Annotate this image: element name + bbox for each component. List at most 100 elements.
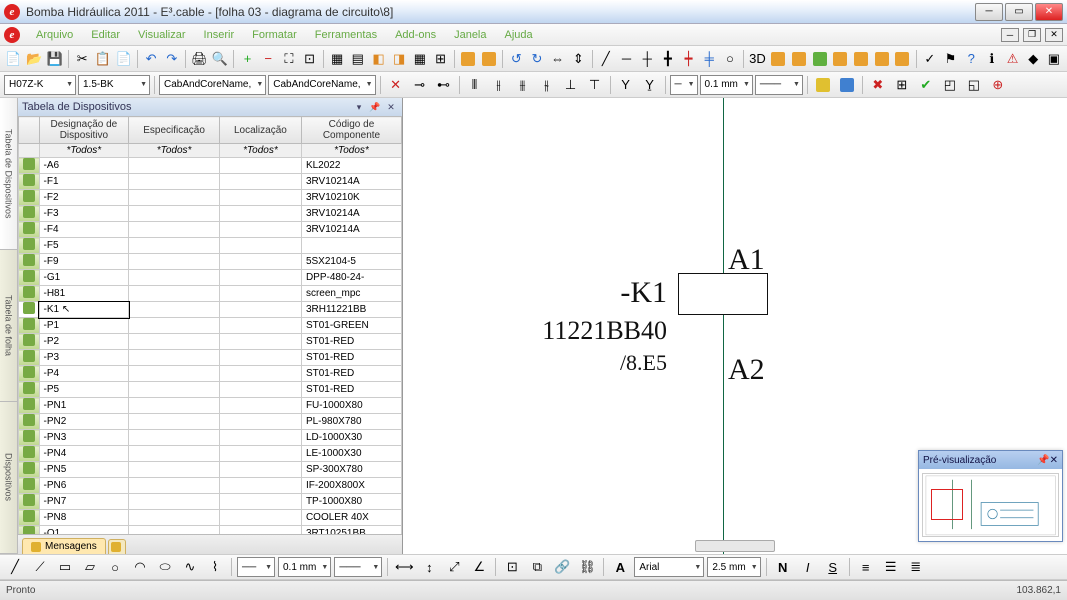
palette-7[interactable] [893,48,912,70]
table-row[interactable]: -P4ST01-RED [19,366,402,382]
draw-curve[interactable]: ∿ [179,556,201,578]
filter2-button[interactable]: Y̱ [639,74,661,96]
device-grid-scroll[interactable]: Designação de Dispositivo Especificação … [18,116,402,534]
link-button[interactable]: 🔗 [551,556,573,578]
dim-1[interactable]: ⟷ [393,556,415,578]
cell-designacao[interactable]: -PN5 [39,462,129,478]
palette-1[interactable] [769,48,788,70]
table-row[interactable]: -P3ST01-RED [19,350,402,366]
cell-especificacao[interactable] [129,382,220,398]
cell-codigo[interactable]: KL2022 [301,158,401,174]
table-row[interactable]: -PN1FU-1000X80 [19,398,402,414]
cell-especificacao[interactable] [129,414,220,430]
cell-localizacao[interactable] [219,286,301,302]
cell-designacao[interactable]: -P3 [39,350,129,366]
filter-cell[interactable]: *Todos* [39,144,129,158]
cut-button[interactable]: ✂ [73,48,92,70]
menu-ferramentas[interactable]: Ferramentas [307,27,385,43]
cell-designacao[interactable]: -P1 [39,318,129,334]
cell-especificacao[interactable] [129,510,220,526]
cell-localizacao[interactable] [219,270,301,286]
close-button[interactable]: ✕ [1035,3,1063,21]
flag-button[interactable]: ⚑ [941,48,960,70]
cell-designacao[interactable]: -P5 [39,382,129,398]
bold-button[interactable]: N [772,556,794,578]
cell-codigo[interactable]: COOLER 40X [301,510,401,526]
conn-tool-2[interactable]: ╋ [659,48,678,70]
preview-pin-button[interactable]: 📌 [1037,455,1049,466]
table-row[interactable]: -PN4LE-1000X30 [19,446,402,462]
tool-4[interactable]: ◨ [390,48,409,70]
cell-designacao[interactable]: -PN1 [39,398,129,414]
preview-window[interactable]: Pré-visualização 📌 ✕ [918,450,1063,542]
table-row[interactable]: -F5 [19,238,402,254]
more-1[interactable]: ◆ [1024,48,1043,70]
zoom-fit-button[interactable]: ⛶ [280,48,299,70]
redo-button[interactable]: ↷ [162,48,181,70]
tab-mensagens[interactable]: Mensagens [22,538,106,554]
draw-spline[interactable]: ⌇ [204,556,226,578]
table-row[interactable]: -G1DPP-480-24- [19,270,402,286]
help-button[interactable]: ? [962,48,981,70]
menu-editar[interactable]: Editar [83,27,128,43]
cell-designacao[interactable]: -PN7 [39,494,129,510]
menu-addons[interactable]: Add-ons [387,27,444,43]
cell-designacao[interactable]: -P4 [39,366,129,382]
wire-size-combo[interactable]: 1.5-BK [78,75,150,95]
save-button[interactable]: 💾 [45,48,64,70]
cell-localizacao[interactable] [219,414,301,430]
table-row[interactable]: -F43RV10214A [19,222,402,238]
cell-designacao[interactable]: -Q1 [39,526,129,535]
rotate-left-button[interactable]: ↺ [507,48,526,70]
cell-especificacao[interactable] [129,494,220,510]
conn-b-button[interactable]: ⊷ [433,74,455,96]
group-button[interactable]: ⊡ [501,556,523,578]
cell-localizacao[interactable] [219,174,301,190]
cell-designacao[interactable]: -PN8 [39,510,129,526]
rotate-right-button[interactable]: ↻ [528,48,547,70]
tab-extra[interactable] [108,539,126,554]
cell-designacao[interactable]: -G1 [39,270,129,286]
cell-localizacao[interactable] [219,398,301,414]
cell-codigo[interactable]: 3RV10214A [301,174,401,190]
align-5[interactable]: ⊥ [560,74,582,96]
layer-1[interactable] [812,74,834,96]
cell-especificacao[interactable] [129,366,220,382]
cell-localizacao[interactable] [219,206,301,222]
cell-localizacao[interactable] [219,510,301,526]
cell-especificacao[interactable] [129,334,220,350]
more-2[interactable]: ▣ [1045,48,1064,70]
panel-close-button[interactable]: ✕ [384,100,398,114]
cell-codigo[interactable]: ST01-RED [301,334,401,350]
cell-codigo[interactable]: LE-1000X30 [301,446,401,462]
cell-designacao[interactable]: -PN2 [39,414,129,430]
search-button[interactable]: 🔍 [211,48,230,70]
cell-designacao[interactable]: -F9 [39,254,129,270]
zoom-window-button[interactable]: ⊡ [300,48,319,70]
align-2[interactable]: ⫲ [488,74,510,96]
canvas-scroll-hint[interactable] [695,540,775,552]
cell-especificacao[interactable] [129,238,220,254]
cell-localizacao[interactable] [219,334,301,350]
draw-ellipse[interactable]: ⬭ [154,556,176,578]
align-center-button[interactable]: ☰ [880,556,902,578]
align-3[interactable]: ⫵ [512,74,534,96]
warn-button[interactable]: ⚠ [1003,48,1022,70]
conn-tool-4[interactable]: ╪ [700,48,719,70]
cell-codigo[interactable]: ST01-RED [301,382,401,398]
draw-rect[interactable]: ▭ [54,556,76,578]
linestyle2-combo[interactable]: ── [237,557,275,577]
cell-localizacao[interactable] [219,318,301,334]
align-right-button[interactable]: ≣ [905,556,927,578]
table-row[interactable]: -PN7TP-1000X80 [19,494,402,510]
cell-designacao[interactable]: -H81 [39,286,129,302]
cell-localizacao[interactable] [219,222,301,238]
wire-tool[interactable]: ─ [617,48,636,70]
cell-localizacao[interactable] [219,526,301,535]
cell-localizacao[interactable] [219,238,301,254]
palette-4[interactable] [831,48,850,70]
table-row[interactable]: -PN2PL-980X780 [19,414,402,430]
align-1[interactable]: ⫴ [464,74,486,96]
check-button[interactable]: ✓ [920,48,939,70]
cell-designacao[interactable]: -PN3 [39,430,129,446]
